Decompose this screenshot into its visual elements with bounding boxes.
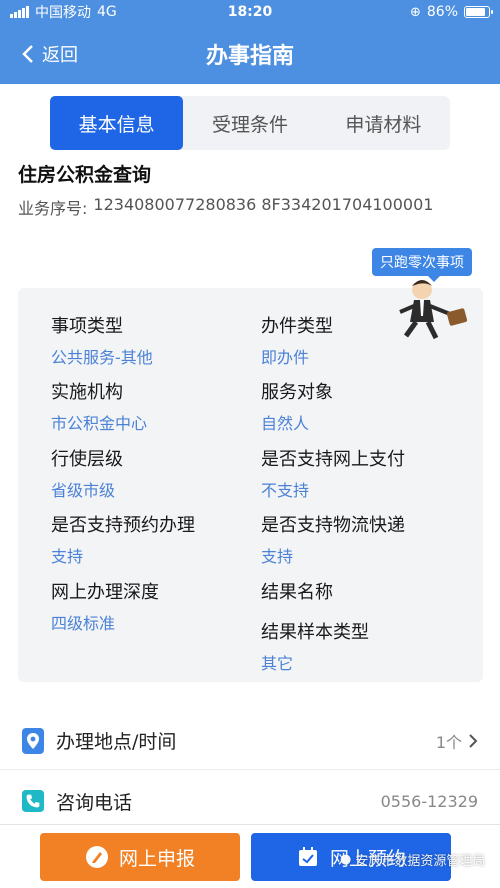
pen-icon	[85, 846, 108, 868]
field-value: 不支持	[261, 481, 310, 500]
serial-value: 1234080077280836 8F334201704100001	[93, 195, 434, 214]
tab-bar: 基本信息 受理条件 申请材料	[50, 96, 450, 150]
field-handling-type: 办件类型 即办件	[261, 312, 333, 368]
field-service-target: 服务对象 自然人	[261, 378, 333, 434]
consult-phone-number: 0556-12329	[380, 791, 478, 811]
field-value: 其它	[261, 654, 294, 673]
serial-label: 业务序号:	[18, 199, 88, 218]
field-label: 服务对象	[261, 382, 333, 403]
field-level: 行使层级 省级市级	[51, 445, 123, 501]
wechat-icon: ●	[340, 852, 352, 867]
calendar-icon	[298, 847, 317, 866]
field-agency: 实施机构 市公积金中心	[51, 378, 147, 434]
field-item-type: 事项类型 公共服务-其他	[51, 312, 153, 368]
field-label: 是否支持物流快递	[261, 515, 405, 536]
source-watermark: ● 安庆市数据资源管理局	[340, 850, 485, 869]
nav-bar: 返回 办事指南	[0, 24, 500, 84]
field-label: 网上办理深度	[51, 582, 159, 603]
location-count: 1个	[435, 732, 462, 752]
service-title: 住房公积金查询	[18, 164, 152, 186]
field-label: 是否支持网上支付	[261, 449, 405, 470]
tab-materials[interactable]: 申请材料	[317, 96, 450, 150]
field-value: 自然人	[261, 414, 310, 433]
field-online-payment: 是否支持网上支付 不支持	[261, 445, 405, 501]
field-label: 结果名称	[261, 582, 333, 603]
promo-badge: 只跑零次事项	[372, 248, 472, 282]
field-value: 支持	[261, 547, 294, 566]
rotation-lock-icon: ⊕	[409, 4, 421, 20]
field-depth: 网上办理深度 四级标准	[51, 578, 159, 634]
online-apply-button[interactable]: 网上申报	[40, 833, 240, 881]
chevron-left-icon	[22, 45, 33, 63]
online-apply-label: 网上申报	[118, 847, 195, 870]
status-bar: 中国移动 4G 18:20 ⊕ 86%	[0, 0, 500, 24]
field-value: 四级标准	[51, 614, 116, 633]
field-value: 公共服务-其他	[51, 348, 153, 367]
field-appointment: 是否支持预约办理 支持	[51, 511, 195, 567]
field-value: 即办件	[261, 348, 310, 367]
consult-phone-label: 咨询电话	[56, 791, 133, 814]
battery-icon	[464, 6, 493, 18]
tab-conditions[interactable]: 受理条件	[183, 96, 316, 150]
tab-basic-info[interactable]: 基本信息	[50, 96, 184, 150]
field-label: 是否支持预约办理	[51, 515, 195, 536]
field-logistics: 是否支持物流快递 支持	[261, 511, 405, 567]
field-label: 行使层级	[51, 449, 123, 470]
phone-icon	[22, 788, 44, 814]
back-button[interactable]: 返回	[22, 41, 78, 67]
location-pin-icon	[22, 727, 44, 754]
back-label: 返回	[42, 45, 78, 66]
field-label: 事项类型	[51, 316, 123, 337]
consult-phone-row[interactable]: 咨询电话 0556-12329	[0, 772, 500, 830]
info-card: 事项类型 公共服务-其他 办件类型 即办件 实施机构 市公积金中心 服务对象 自…	[18, 288, 483, 682]
field-value: 支持	[51, 547, 84, 566]
watermark-text: 安庆市数据资源管理局	[355, 854, 486, 869]
field-result-name: 结果名称	[261, 578, 333, 604]
field-value: 省级市级	[51, 481, 116, 500]
field-result-sample: 结果样本类型 其它	[261, 618, 369, 674]
chevron-right-icon	[469, 733, 478, 748]
service-serial: 业务序号: 1234080077280836 8F334201704100001	[18, 195, 433, 219]
battery-percent: 86%	[426, 4, 458, 20]
location-time-row[interactable]: 办理地点/时间 1个	[0, 712, 500, 770]
field-label: 办件类型	[261, 316, 333, 337]
running-mascot-icon	[399, 280, 468, 340]
field-label: 实施机构	[51, 382, 123, 403]
location-time-label: 办理地点/时间	[56, 731, 177, 753]
field-value: 市公积金中心	[51, 414, 148, 433]
field-label: 结果样本类型	[261, 622, 369, 643]
